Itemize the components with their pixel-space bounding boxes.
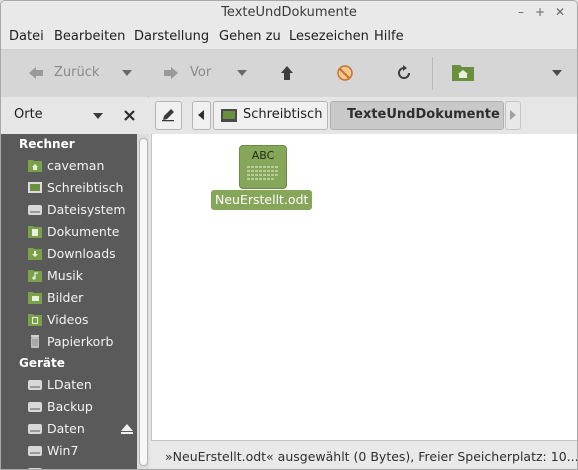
pictures-folder-icon: [28, 292, 42, 304]
path-scroll-left-button[interactable]: [192, 101, 211, 130]
sidebar-scrollbar[interactable]: [137, 134, 149, 469]
sidebar-item-videos[interactable]: Videos: [1, 309, 137, 331]
path-bar: Schreibtisch TexteUndDokumente: [149, 97, 577, 134]
sidebar-item-daten[interactable]: Daten: [1, 418, 137, 440]
sidebar-item-backup[interactable]: Backup: [1, 396, 137, 418]
documents-folder-icon: [28, 226, 42, 238]
close-icon[interactable]: ✕: [553, 4, 567, 20]
path-scroll-right-button[interactable]: [505, 101, 521, 130]
sidebar-item-schreibtisch[interactable]: Schreibtisch: [1, 177, 137, 199]
back-label: Zurück: [54, 65, 100, 80]
window-title: TexteUndDokumente: [221, 5, 357, 20]
arrow-right-icon: [164, 67, 178, 79]
forward-label: Vor: [190, 65, 212, 80]
sidebar-item-musik[interactable]: Musik: [1, 265, 137, 287]
file-name-label: NeuErstellt.odt: [211, 190, 313, 210]
status-text: »NeuErstellt.odt« ausgewählt (0 Bytes), …: [165, 449, 578, 464]
back-button[interactable]: Zurück: [23, 60, 141, 86]
chevron-down-icon[interactable]: [552, 70, 562, 76]
title-bar: TexteUndDokumente – + ✕: [1, 1, 577, 25]
toolbar: Zurück Vor: [1, 49, 577, 98]
sidebar-section-computer: Rechner: [19, 137, 75, 151]
drive-icon: [28, 402, 42, 412]
file-view[interactable]: ABC NeuErstellt.odt: [151, 134, 577, 440]
odt-document-icon: ABC: [239, 145, 287, 189]
close-sidebar-icon[interactable]: [124, 110, 135, 121]
videos-folder-icon: [28, 314, 42, 326]
text-lines-icon: [247, 166, 279, 180]
desktop-icon: [221, 109, 237, 122]
music-folder-icon: [28, 270, 42, 282]
sidebar: Rechner caveman Schreibtisch Dateisystem…: [1, 134, 137, 469]
sidebar-item-papierkorb[interactable]: Papierkorb: [1, 331, 137, 353]
sidebar-item-caveman[interactable]: caveman: [1, 155, 137, 177]
file-manager-window: TexteUndDokumente – + ✕ Datei Bearbeiten…: [0, 0, 578, 470]
toolbar-separator: [432, 57, 433, 90]
drive-icon: [28, 446, 42, 456]
maximize-icon[interactable]: +: [533, 4, 547, 20]
home-folder-icon[interactable]: [451, 62, 475, 82]
menu-lesezeichen[interactable]: Lesezeichen: [289, 29, 369, 44]
menu-hilfe[interactable]: Hilfe: [374, 29, 404, 44]
menu-datei[interactable]: Datei: [9, 29, 44, 44]
chevron-down-icon[interactable]: [93, 113, 103, 119]
sidebar-scrollbar-thumb[interactable]: [139, 138, 148, 466]
arrow-left-icon: [29, 67, 43, 79]
menu-bearbeiten[interactable]: Bearbeiten: [54, 29, 125, 44]
forward-button[interactable]: Vor: [158, 60, 253, 86]
trash-icon: [31, 335, 39, 348]
sidebar-item-partial[interactable]: [1, 462, 137, 469]
drive-icon: [28, 380, 42, 390]
drive-icon: [28, 205, 42, 215]
pencil-icon: [162, 109, 174, 122]
sidebar-item-win7[interactable]: Win7: [1, 440, 137, 462]
chevron-left-icon: [198, 110, 204, 120]
toggle-location-button[interactable]: [155, 101, 182, 130]
file-item-neuerstellt[interactable]: ABC NeuErstellt.odt: [152, 134, 332, 214]
stop-icon[interactable]: [337, 65, 353, 81]
drive-icon: [28, 424, 42, 434]
crumb-texteunddokumente[interactable]: TexteUndDokumente: [330, 101, 504, 130]
desktop-icon: [28, 182, 42, 193]
sidebar-item-ldaten[interactable]: LDaten: [1, 374, 137, 396]
sidebar-item-dokumente[interactable]: Dokumente: [1, 221, 137, 243]
downloads-folder-icon: [28, 248, 42, 260]
sidebar-item-bilder[interactable]: Bilder: [1, 287, 137, 309]
chevron-down-icon: [122, 70, 132, 76]
sidebar-header: Orte: [1, 97, 148, 134]
home-folder-icon: [28, 160, 42, 172]
chevron-right-icon: [510, 110, 516, 120]
eject-icon[interactable]: [121, 424, 133, 435]
crumb-schreibtisch[interactable]: Schreibtisch: [213, 101, 328, 130]
reload-icon[interactable]: [396, 65, 412, 81]
status-bar: »NeuErstellt.odt« ausgewählt (0 Bytes), …: [151, 440, 578, 469]
minimize-icon[interactable]: –: [514, 4, 528, 20]
drive-icon: [28, 468, 42, 469]
sidebar-item-dateisystem[interactable]: Dateisystem: [1, 199, 137, 221]
menu-gehen-zu[interactable]: Gehen zu: [219, 29, 281, 44]
sidebar-section-devices: Geräte: [19, 356, 65, 370]
menu-darstellung[interactable]: Darstellung: [134, 29, 209, 44]
arrow-up-icon[interactable]: [280, 65, 294, 81]
sidebar-item-downloads[interactable]: Downloads: [1, 243, 137, 265]
chevron-down-icon: [237, 70, 247, 76]
places-dropdown-label[interactable]: Orte: [14, 107, 43, 122]
menu-bar: Datei Bearbeiten Darstellung Gehen zu Le…: [1, 25, 577, 49]
